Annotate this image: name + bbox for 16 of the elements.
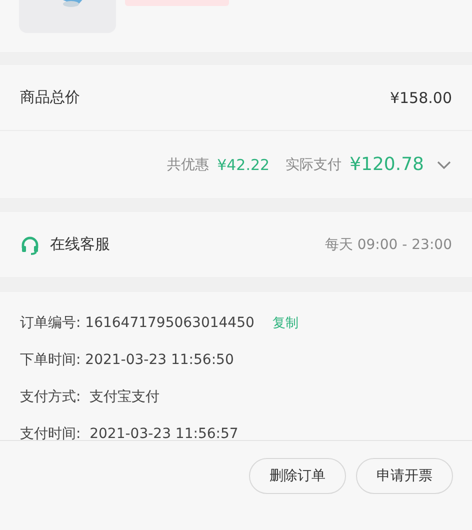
total-label: 商品总价 (20, 88, 80, 107)
service-label[interactable]: 在线客服 (50, 235, 110, 254)
invoice-button[interactable]: 申请开票 (356, 458, 453, 494)
order-info-text: 支付时间: 2021-03-23 11:56:57 (20, 425, 238, 440)
total-price: ¥158.00 (390, 88, 452, 106)
order-info-text: 下单时间: 2021-03-23 11:56:50 (20, 351, 234, 369)
headset-icon (20, 234, 40, 254)
paid-amount: ¥120.78 (350, 154, 424, 175)
discount-amount: ¥42.22 (217, 156, 270, 174)
chevron-icon[interactable] (436, 160, 452, 170)
paid-label: 实际支付 (286, 156, 342, 174)
order-info-text: 支付方式: 支付宝支付 (20, 388, 160, 406)
delete-order-button[interactable]: 删除订单 (249, 458, 346, 494)
service-hours: 每天 09:00 - 23:00 (324, 236, 452, 254)
discount-label: 共优惠 (167, 156, 210, 174)
order-info-text: 订单编号: 1616471795063014450 (20, 314, 254, 332)
